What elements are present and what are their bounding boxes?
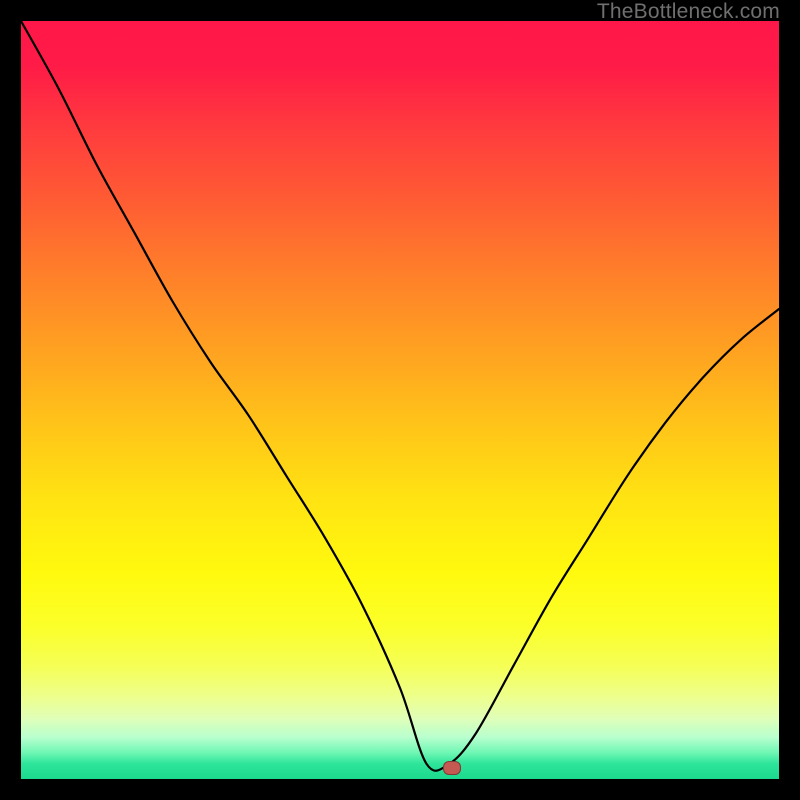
watermark-text: TheBottleneck.com xyxy=(597,0,780,24)
optimal-marker xyxy=(443,761,461,775)
chart-frame: TheBottleneck.com xyxy=(0,0,800,800)
bottleneck-curve xyxy=(21,21,779,779)
plot-area xyxy=(21,21,779,779)
